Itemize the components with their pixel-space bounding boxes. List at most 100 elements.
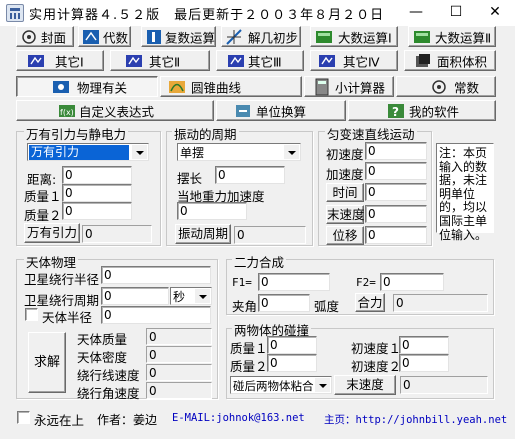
angular-speed-label: 绕行角速度 [77,386,140,401]
resultant-force-button[interactable]: 合力 [355,293,385,312]
pendulum-length-input[interactable]: 0 [215,166,285,184]
period-group-title: 振动的周期 [172,124,239,143]
pendulum-length-label: 摆长 [177,171,203,186]
tab-my-software[interactable]: ? 我的软件 [348,100,496,121]
tab-complex[interactable]: 复数运算 [141,26,216,47]
window-title: 实用计算器４.５２版 最后更新于２００３年８月２０日 [29,8,385,23]
chevron-down-icon[interactable] [314,378,330,392]
collision-m2-input[interactable]: 0 [267,354,317,372]
f2-label: F2= [356,276,376,289]
solve-button[interactable]: 求解 [28,332,66,393]
gravity-accel-input[interactable]: 0 [177,202,247,220]
tab-misc-3[interactable]: 其它Ⅲ [216,50,304,71]
always-on-top-label: 永远在上 [34,413,85,428]
chevron-down-icon[interactable] [194,289,210,303]
orbit-radius-input[interactable]: 0 [101,266,211,284]
body-radius-label: 天体半径 [42,310,93,325]
always-on-top-checkbox[interactable] [17,411,30,424]
motion-final-velocity-input[interactable]: 0 [365,205,427,223]
collision-m1-input[interactable]: 0 [267,336,317,354]
svg-text:?: ? [392,105,399,119]
gravity-group-title: 万有引力与静电力 [24,124,129,143]
conic-icon [169,81,185,93]
tab-custom-expression[interactable]: f(x) 自定义表达式 [16,100,214,121]
body-mass-output: 0 [146,328,212,345]
bignum-icon [414,31,430,43]
tab-algebra[interactable]: 代数 [78,26,131,47]
motion-time-button[interactable]: 时间 [326,183,364,202]
motion-group-title: 匀变速直线运动 [325,124,417,143]
maximize-button[interactable]: ☐ [436,0,476,26]
motion-v0-input[interactable]: 0 [365,142,427,160]
tab-unit-convert[interactable]: 单位换算 [216,100,346,121]
misc-icon [28,55,44,67]
calculator-icon [315,78,329,96]
collision-v2-label: 初速度２ [351,359,402,374]
orbit-period-input[interactable]: 0 [101,287,169,305]
tab-misc-1[interactable]: 其它Ⅰ [16,50,104,71]
f1-input[interactable]: 0 [258,273,330,291]
motion-a-input[interactable]: 0 [365,162,427,180]
body-mass-label: 天体质量 [77,332,128,347]
cover-icon [22,30,36,44]
collision-v2-input[interactable]: 0 [399,354,449,372]
svg-text:f(x): f(x) [60,108,74,117]
mass2-input[interactable]: 0 [62,202,132,220]
collision-final-velocity-button[interactable]: 末速度 [334,375,396,395]
gravity-mode-select[interactable]: 万有引力 [27,143,149,161]
chevron-down-icon[interactable] [131,145,147,159]
period-calc-button[interactable]: 振动周期 [175,224,231,244]
misc-icon [228,55,244,67]
chevron-down-icon[interactable] [283,145,299,159]
angular-speed-output: 0 [146,382,212,399]
tab-calculator[interactable]: 小计算器 [304,76,394,97]
tab-cover[interactable]: 封面 [16,26,74,47]
bignum-icon [316,31,332,43]
minimize-button[interactable]: — [396,0,436,26]
angle-input[interactable]: 0 [258,294,310,312]
motion-v0-label: 初速度 [326,147,364,162]
f1-label: F1= [232,276,252,289]
resultant-force-result: 0 [393,294,488,312]
gravity-calc-button[interactable]: 万有引力 [24,223,80,243]
period-mode-select[interactable]: 单摆 [177,143,301,161]
close-button[interactable]: ✕ [475,0,515,26]
period-result: 0 [234,226,306,244]
motion-time-input[interactable]: 0 [365,183,427,201]
tab-bignum-1[interactable]: 大数运算Ⅰ [310,26,398,47]
motion-displacement-input[interactable]: 0 [365,226,427,244]
area-volume-icon [416,54,430,67]
homepage-link[interactable]: 主页：http://johnbill.yeah.net [324,412,507,427]
distance-input[interactable]: 0 [62,166,132,184]
tab-analytic-geometry[interactable]: 解几初步 [221,26,301,47]
collision-v1-input[interactable]: 0 [399,336,449,354]
tab-misc-4[interactable]: 其它Ⅳ [310,50,398,71]
orbit-radius-label: 卫星绕行半径 [24,272,100,287]
app-icon[interactable] [6,4,24,22]
gravity-result: 0 [82,225,152,243]
geometry-icon [226,29,242,45]
email-link[interactable]: E-MAIL:johnok@163.net [172,412,305,424]
misc-icon [126,55,142,67]
algebra-icon [83,30,99,44]
linear-speed-output: 0 [146,364,212,381]
motion-displacement-button[interactable]: 位移 [326,226,364,245]
tab-misc-2[interactable]: 其它Ⅱ [110,50,210,71]
tab-bignum-2[interactable]: 大数运算Ⅱ [408,26,496,47]
period-unit-select[interactable]: 秒 [170,287,212,305]
body-density-label: 天体密度 [77,350,128,365]
tab-constants[interactable]: 常数 [396,76,496,97]
body-radius-checkbox[interactable] [25,308,38,321]
collision-m1-label: 质量１ [230,341,268,356]
f2-input[interactable]: 0 [380,273,444,291]
mass1-label: 质量１ [24,189,62,204]
motion-final-velocity-button[interactable]: 末速度 [326,205,365,224]
tab-physics[interactable]: 物理有关 [16,76,158,97]
tab-conic[interactable]: 圆锥曲线 [160,76,302,97]
collision-mode-select[interactable]: 碰后两物体粘合 [230,376,332,394]
author-label: 作者：姜边 [97,413,158,427]
mass1-input[interactable]: 0 [62,184,132,202]
misc-icon [319,55,335,67]
body-radius-input[interactable]: 0 [101,306,211,324]
tab-area-volume[interactable]: 面积体积 [404,50,496,71]
